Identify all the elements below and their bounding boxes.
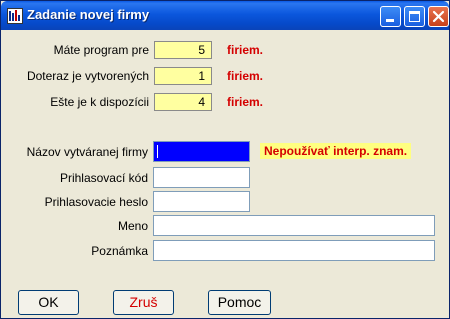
program-capacity-label: Máte program pre: [53, 43, 149, 57]
login-code-label: Prihlasovací kód: [59, 171, 148, 185]
minimize-button[interactable]: [380, 6, 401, 27]
program-capacity-value: 5: [154, 41, 212, 59]
app-icon: [7, 8, 23, 24]
available-count-value: 4: [154, 93, 212, 111]
login-code-input[interactable]: [153, 167, 250, 188]
login-password-input[interactable]: [153, 191, 250, 212]
close-icon: [432, 10, 445, 23]
ok-button[interactable]: OK: [18, 290, 79, 315]
note-input[interactable]: [153, 240, 435, 261]
created-count-unit: firiem.: [227, 69, 264, 83]
help-button[interactable]: Pomoc: [208, 290, 271, 315]
available-count-label: Ešte je k dispozícii: [50, 95, 149, 109]
minimize-icon: [386, 19, 394, 22]
title-bar[interactable]: Zadanie novej firmy: [1, 1, 449, 30]
created-count-label: Doteraz je vytvorených: [26, 69, 149, 83]
cancel-button[interactable]: Zruš: [113, 290, 174, 315]
window-title: Zadanie novej firmy: [27, 7, 150, 22]
available-count-unit: firiem.: [227, 95, 264, 109]
name-input[interactable]: [153, 215, 435, 236]
dialog-window: Zadanie novej firmy Máte program pre 5 f…: [0, 0, 450, 319]
name-label: Meno: [117, 219, 148, 233]
created-count-value: 1: [154, 67, 212, 85]
warning-text: Nepoužívať interp. znam.: [260, 143, 412, 159]
company-name-input[interactable]: [153, 141, 250, 162]
maximize-button[interactable]: [404, 6, 425, 27]
text-caret: [157, 145, 158, 158]
maximize-icon: [409, 11, 420, 22]
login-password-label: Prihlasovacie heslo: [44, 195, 148, 209]
note-label: Poznámka: [91, 244, 148, 258]
close-button[interactable]: [428, 6, 449, 27]
program-capacity-unit: firiem.: [227, 43, 264, 57]
company-name-label: Názov vytváranej firmy: [26, 145, 148, 159]
